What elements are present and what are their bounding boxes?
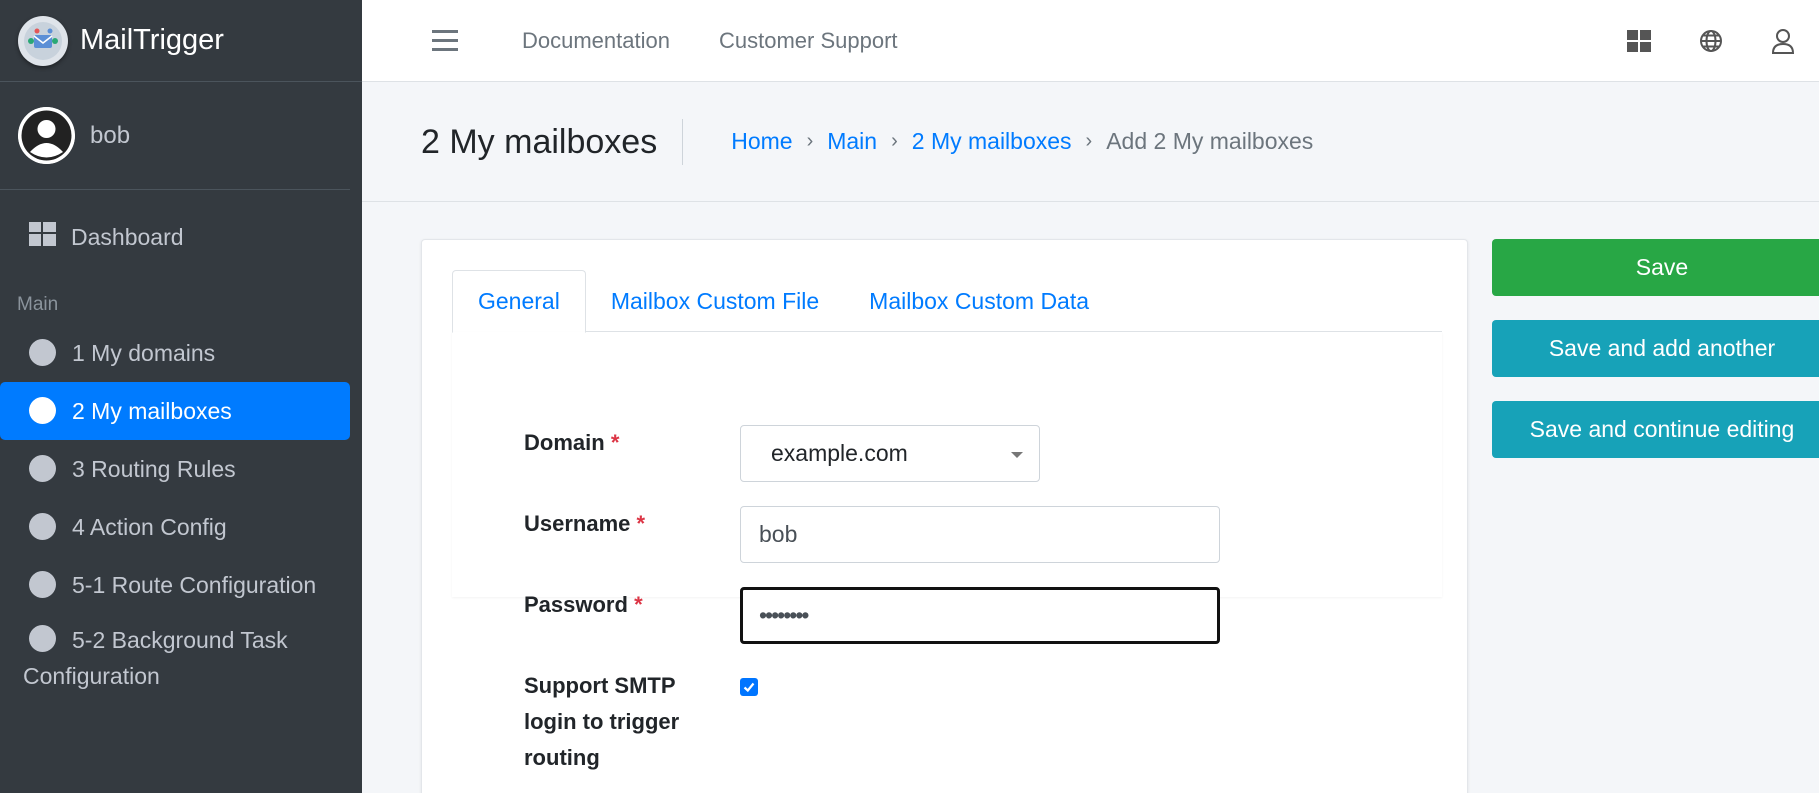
username-field[interactable] <box>740 506 1220 563</box>
customer-support-link[interactable]: Customer Support <box>719 28 898 54</box>
sidebar-item-label: 3 Routing Rules <box>72 456 236 482</box>
menu-toggle-icon[interactable] <box>432 30 458 51</box>
breadcrumb-home[interactable]: Home <box>731 128 792 155</box>
smtp-label-line: routing <box>524 745 600 770</box>
form-row-password: Password * <box>524 587 1220 644</box>
username-label-text: Username <box>524 511 631 536</box>
sidebar-item-label: 2 My mailboxes <box>72 398 232 424</box>
sidebar-item-routing-rules[interactable]: 3 Routing Rules <box>0 440 350 498</box>
checkmark-icon <box>743 682 755 693</box>
circle-icon <box>29 339 56 366</box>
brand-link[interactable]: MailTrigger <box>0 0 362 82</box>
user-icon[interactable] <box>1747 28 1819 54</box>
sidebar-item-label: 1 My domains <box>72 340 216 366</box>
smtp-label-line: login to trigger <box>524 709 680 734</box>
form-card: General Mailbox Custom File Mailbox Cust… <box>421 239 1468 793</box>
user-panel[interactable]: bob <box>0 82 350 190</box>
password-label-text: Password <box>524 592 628 617</box>
breadcrumb: Home › Main › 2 My mailboxes › Add 2 My … <box>731 128 1313 155</box>
sidebar-item-my-mailboxes[interactable]: 2 My mailboxes <box>0 382 350 440</box>
password-label: Password * <box>524 587 740 644</box>
sidebar-item-my-domains[interactable]: 1 My domains <box>0 324 350 382</box>
sidebar: MailTrigger bob Dashboard Main 1 My doma… <box>0 0 362 793</box>
required-marker: * <box>636 511 646 536</box>
circle-icon <box>29 625 56 652</box>
breadcrumb-current: Add 2 My mailboxes <box>1106 128 1314 154</box>
sidebar-item-label: 5-2 Background Task <box>72 627 288 653</box>
username-label: Username * <box>524 506 740 563</box>
breadcrumb-separator: › <box>1085 130 1093 152</box>
page-title: 2 My mailboxes <box>421 118 684 165</box>
sidebar-item-action-config[interactable]: 4 Action Config <box>0 498 350 556</box>
tab-mailbox-custom-file[interactable]: Mailbox Custom File <box>586 270 844 332</box>
brand-name: MailTrigger <box>80 24 224 56</box>
form-row-domain: Domain * example.com <box>524 425 1040 482</box>
top-icons <box>1603 0 1819 82</box>
sidebar-item-background-task-configuration[interactable]: 5-2 Background Task Configuration <box>0 614 350 694</box>
breadcrumb-separator: › <box>891 130 898 152</box>
save-add-another-button[interactable]: Save and add another <box>1492 320 1819 377</box>
sidebar-item-label: 5-1 Route Configuration <box>72 572 317 598</box>
tab-general[interactable]: General <box>452 270 586 333</box>
apps-icon[interactable] <box>1603 30 1675 52</box>
smtp-label-line: Support SMTP <box>524 673 676 698</box>
circle-icon <box>29 397 56 424</box>
sidebar-item-label-cont: Configuration <box>23 663 160 689</box>
sidebar-section-header: Main <box>17 294 59 315</box>
smtp-checkbox[interactable] <box>740 678 758 696</box>
breadcrumb-my-mailboxes[interactable]: 2 My mailboxes <box>912 128 1072 155</box>
form-row-username: Username * <box>524 506 1220 563</box>
domain-select[interactable]: example.com <box>740 425 1040 482</box>
sidebar-item-label: 4 Action Config <box>72 514 227 540</box>
top-navbar: Documentation Customer Support <box>362 0 1819 82</box>
form-row-smtp: Support SMTP login to trigger routing <box>524 668 758 776</box>
content-header: 2 My mailboxes Home › Main › 2 My mailbo… <box>362 82 1819 202</box>
tab-bar: General Mailbox Custom File Mailbox Cust… <box>452 270 1442 333</box>
breadcrumb-separator: › <box>806 130 814 152</box>
documentation-link[interactable]: Documentation <box>522 28 670 54</box>
domain-label-text: Domain <box>524 430 605 455</box>
caret-down-icon <box>1011 452 1023 458</box>
circle-icon <box>29 455 56 482</box>
sidebar-item-label: Dashboard <box>71 223 184 250</box>
smtp-label: Support SMTP login to trigger routing <box>524 668 740 776</box>
sidebar-item-dashboard[interactable]: Dashboard <box>0 208 350 266</box>
required-marker: * <box>634 592 643 617</box>
circle-icon <box>29 513 56 540</box>
avatar-icon <box>18 107 75 164</box>
sidebar-item-route-configuration[interactable]: 5-1 Route Configuration <box>0 556 350 614</box>
circle-icon <box>29 571 56 598</box>
save-button[interactable]: Save <box>1492 239 1819 296</box>
required-marker: * <box>610 430 620 455</box>
globe-icon[interactable] <box>1675 29 1747 53</box>
password-field[interactable] <box>740 587 1220 644</box>
user-name: bob <box>90 121 131 149</box>
sidebar-nav: Dashboard Main 1 My domains 2 My mailbox… <box>0 190 362 694</box>
brand-logo-icon <box>18 15 68 66</box>
domain-label: Domain * <box>524 425 740 482</box>
save-continue-editing-button[interactable]: Save and continue editing <box>1492 401 1819 458</box>
domain-select-value: example.com <box>771 440 908 466</box>
tab-mailbox-custom-data[interactable]: Mailbox Custom Data <box>844 270 1114 332</box>
breadcrumb-main[interactable]: Main <box>827 128 877 155</box>
dashboard-icon <box>29 222 56 252</box>
